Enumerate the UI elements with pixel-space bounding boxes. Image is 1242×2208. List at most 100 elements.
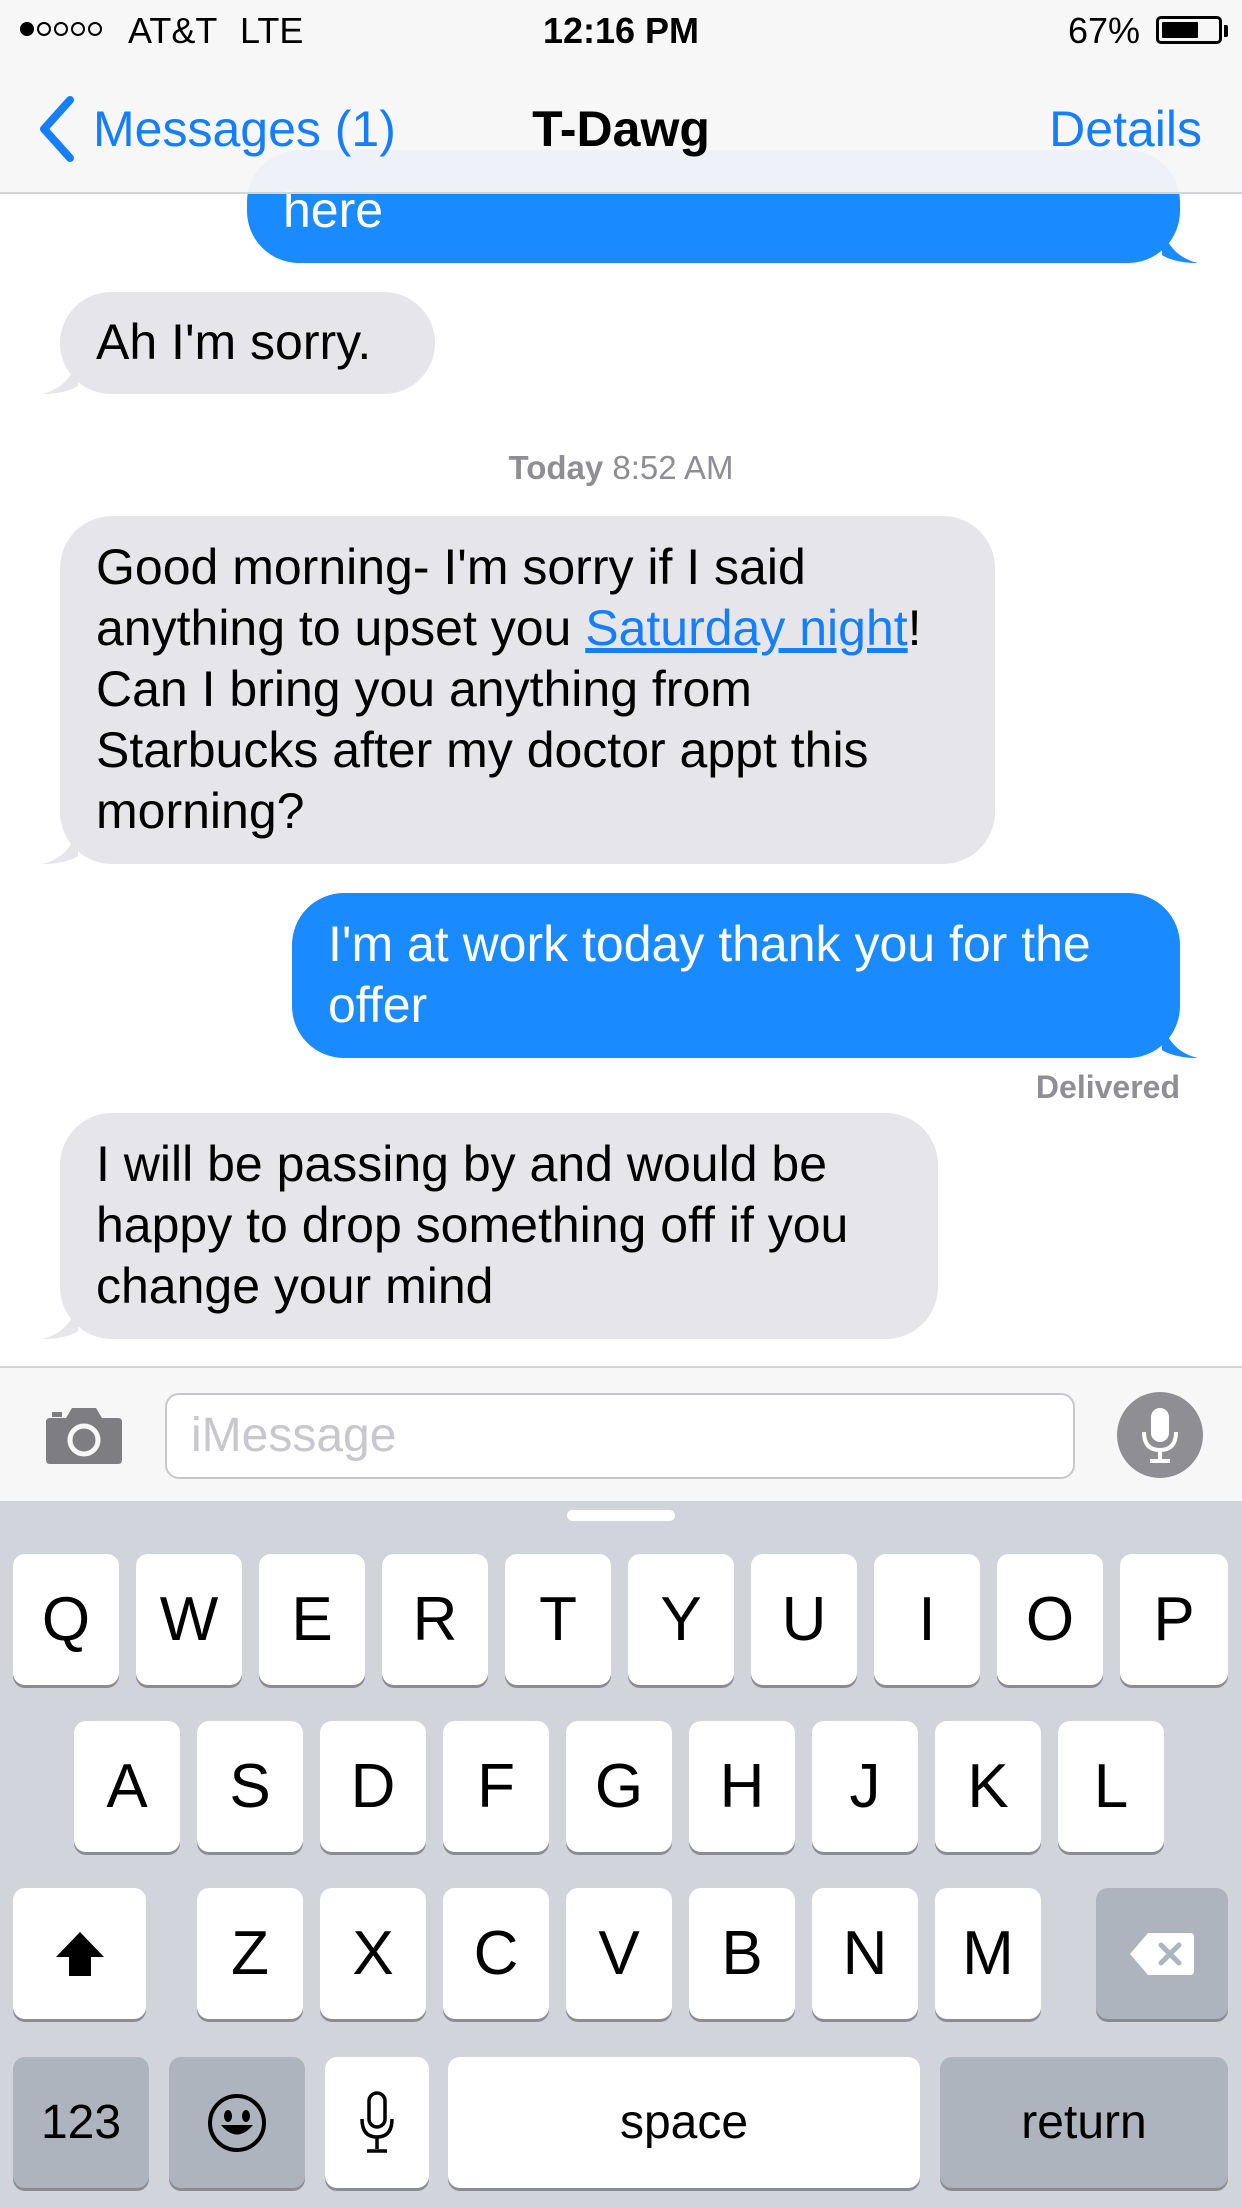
key-label: X — [352, 1919, 394, 1988]
key-label: Q — [41, 1585, 91, 1654]
keyboard: Q W E R T Y U I O P A S D F G H J K L Z … — [0, 1501, 1242, 2208]
key-label: J — [849, 1752, 881, 1821]
key-c[interactable]: C — [443, 1888, 549, 2019]
numbers-key[interactable]: 123 — [13, 2057, 149, 2188]
message-text: Ah I'm sorry. — [96, 314, 372, 370]
camera-button[interactable] — [44, 1404, 124, 1466]
dictation-button[interactable] — [1117, 1392, 1203, 1478]
message-text: Starbucks after my doctor appt this — [96, 722, 869, 778]
key-v[interactable]: V — [566, 1888, 672, 2019]
shift-key[interactable] — [13, 1888, 146, 2019]
message-text: I'm at work today thank you for the — [328, 916, 1091, 972]
key-w[interactable]: W — [136, 1554, 242, 1685]
bubble-tail — [42, 830, 78, 864]
keyboard-handle[interactable] — [567, 1510, 675, 1521]
date-link[interactable]: Saturday night — [585, 600, 907, 656]
message-list[interactable]: here Ah I'm sorry. Today 8:52 AM Good mo… — [0, 0, 1242, 1366]
key-b[interactable]: B — [689, 1888, 795, 2019]
key-label: T — [539, 1585, 577, 1654]
battery-percentage: 67% — [1067, 10, 1140, 51]
key-label: B — [721, 1919, 763, 1988]
key-label: Y — [660, 1585, 702, 1654]
key-label: A — [106, 1752, 148, 1821]
key-a[interactable]: A — [74, 1721, 180, 1852]
message-text: happy to drop something off if you — [96, 1197, 849, 1253]
emoji-icon — [208, 2093, 266, 2152]
received-message-bubble[interactable]: Good morning- I'm sorry if I said anythi… — [42, 516, 995, 864]
imessage-input[interactable]: iMessage — [165, 1393, 1075, 1479]
key-e[interactable]: E — [259, 1554, 365, 1685]
key-s[interactable]: S — [197, 1721, 303, 1852]
bubble-tail — [1162, 229, 1198, 263]
key-k[interactable]: K — [935, 1721, 1041, 1852]
timestamp-day: Today — [508, 449, 604, 486]
received-message-bubble[interactable]: I will be passing by and would be happy … — [42, 1113, 938, 1339]
key-label: I — [918, 1585, 936, 1654]
message-timestamp: Today 8:52 AM — [0, 449, 1242, 487]
return-key[interactable]: return — [940, 2057, 1228, 2188]
key-label: W — [159, 1585, 219, 1654]
delete-key[interactable] — [1096, 1888, 1228, 2019]
message-text-segment: anything to upset you — [96, 600, 586, 656]
bubble-tail — [42, 1305, 78, 1339]
dictation-key[interactable] — [325, 2057, 429, 2188]
key-f[interactable]: F — [443, 1721, 549, 1852]
message-text: anything to upset you Saturday night! — [96, 598, 959, 659]
status-time: 12:16 PM — [542, 10, 700, 51]
key-t[interactable]: T — [505, 1554, 611, 1685]
message-text: Good morning- I'm sorry if I said — [96, 539, 806, 595]
key-label: D — [350, 1752, 396, 1821]
status-bar: AT&T LTE 12:16 PM 67% — [0, 0, 1242, 62]
key-h[interactable]: H — [689, 1721, 795, 1852]
key-label: V — [598, 1919, 640, 1988]
key-o[interactable]: O — [997, 1554, 1103, 1685]
key-m[interactable]: M — [935, 1888, 1041, 2019]
message-text: change your mind — [96, 1258, 494, 1314]
received-message-bubble[interactable]: Ah I'm sorry. — [42, 292, 435, 394]
battery-terminal — [1224, 25, 1228, 37]
battery-icon — [1156, 16, 1222, 44]
message-input-bar: iMessage — [0, 1366, 1242, 1502]
key-u[interactable]: U — [751, 1554, 857, 1685]
key-r[interactable]: R — [382, 1554, 488, 1685]
key-label: H — [719, 1752, 765, 1821]
key-d[interactable]: D — [320, 1721, 426, 1852]
key-label: N — [842, 1919, 888, 1988]
key-j[interactable]: J — [812, 1721, 918, 1852]
key-q[interactable]: Q — [13, 1554, 119, 1685]
key-x[interactable]: X — [320, 1888, 426, 2019]
sent-message-bubble[interactable]: I'm at work today thank you for the offe… — [292, 893, 1198, 1058]
microphone-icon — [1142, 1408, 1178, 1463]
key-label: S — [229, 1752, 271, 1821]
key-label: F — [477, 1752, 515, 1821]
key-g[interactable]: G — [566, 1721, 672, 1852]
shift-icon — [55, 1931, 104, 1976]
delivery-receipt: Delivered — [1035, 1069, 1180, 1105]
key-label: Z — [231, 1919, 269, 1988]
timestamp-time: 8:52 AM — [612, 449, 734, 486]
key-label: 123 — [40, 2096, 122, 2149]
bubble-tail — [42, 360, 78, 394]
message-text: I will be passing by and would be — [96, 1136, 828, 1192]
key-label: O — [1025, 1585, 1075, 1654]
key-p[interactable]: P — [1120, 1554, 1228, 1685]
key-label: E — [291, 1585, 333, 1654]
space-key[interactable]: space — [448, 2057, 920, 2188]
message-text-segment: ! — [907, 600, 922, 656]
key-z[interactable]: Z — [197, 1888, 303, 2019]
details-button[interactable]: Details — [1049, 100, 1202, 158]
key-label: K — [967, 1752, 1009, 1821]
key-label: U — [781, 1585, 827, 1654]
key-label: space — [619, 2096, 749, 2149]
emoji-key[interactable] — [169, 2057, 305, 2188]
key-i[interactable]: I — [874, 1554, 980, 1685]
delete-icon — [1130, 1932, 1194, 1975]
key-l[interactable]: L — [1058, 1721, 1164, 1852]
key-label: M — [962, 1919, 1014, 1988]
battery-fill — [1162, 22, 1198, 38]
key-y[interactable]: Y — [628, 1554, 734, 1685]
key-label: C — [473, 1919, 519, 1988]
camera-icon — [46, 1408, 122, 1464]
key-n[interactable]: N — [812, 1888, 918, 2019]
key-label: return — [1021, 2096, 1147, 2149]
